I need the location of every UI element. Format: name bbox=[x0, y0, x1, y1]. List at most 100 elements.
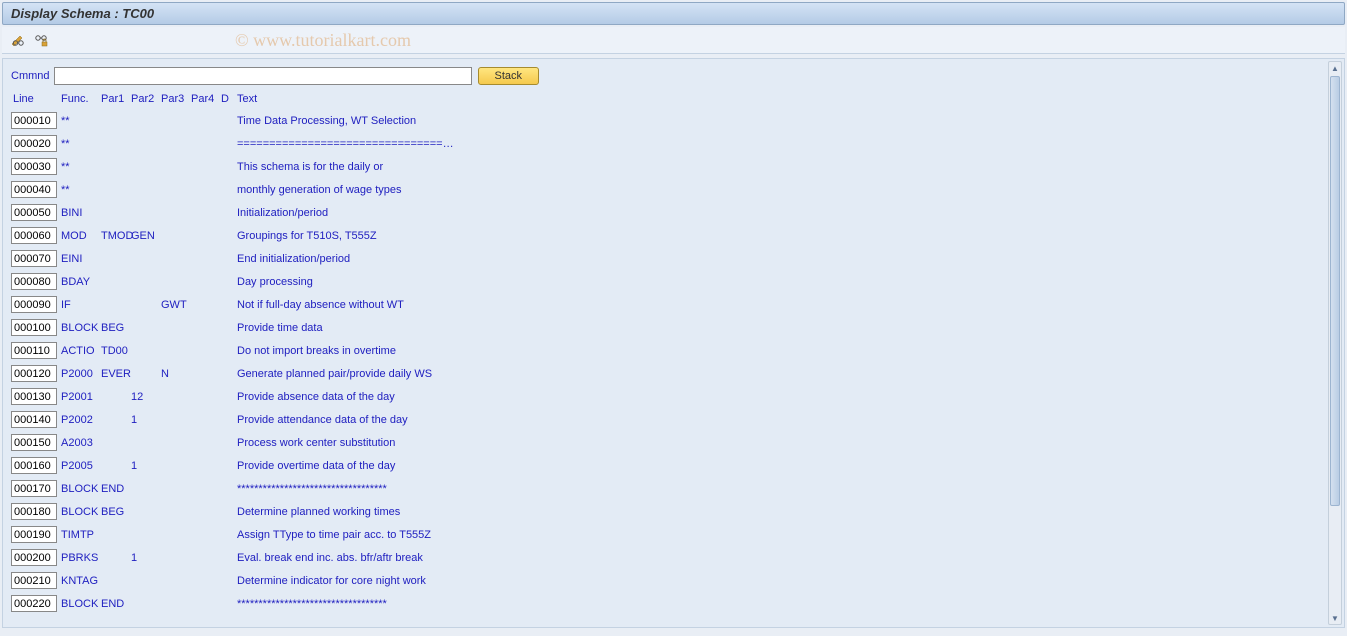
cell-func: P2000 bbox=[61, 368, 101, 380]
table-row: PBRKS 1 Eval. break end inc. abs. bfr/aftr… bbox=[11, 546, 1320, 569]
cell-par2: 1 bbox=[131, 460, 161, 472]
line-number-input[interactable] bbox=[11, 135, 57, 152]
cell-text: monthly generation of wage types bbox=[235, 184, 402, 196]
line-number-input[interactable] bbox=[11, 595, 57, 612]
cell-text: Provide time data bbox=[235, 322, 323, 334]
cell-text: Time Data Processing, WT Selection bbox=[235, 115, 416, 127]
cell-func: P2001 bbox=[61, 391, 101, 403]
cell-func: EINI bbox=[61, 253, 101, 265]
line-number-input[interactable] bbox=[11, 365, 57, 382]
cell-func: TIMTP bbox=[61, 529, 101, 541]
cell-par2: 12 bbox=[131, 391, 161, 403]
header-line: Line bbox=[11, 93, 61, 105]
cell-par1: EVER bbox=[101, 368, 131, 380]
cell-text: Provide overtime data of the day bbox=[235, 460, 395, 472]
table-row: MODTMODGENGroupings for T510S, T555Z bbox=[11, 224, 1320, 247]
cell-par1: TD00 bbox=[101, 345, 131, 357]
cell-func: IF bbox=[61, 299, 101, 311]
line-number-input[interactable] bbox=[11, 181, 57, 198]
line-number-input[interactable] bbox=[11, 549, 57, 566]
cell-par1: BEG bbox=[101, 506, 131, 518]
command-input[interactable] bbox=[54, 67, 472, 85]
cell-text: Do not import breaks in overtime bbox=[235, 345, 396, 357]
header-par2: Par2 bbox=[131, 93, 161, 105]
window-title: Display Schema : TC00 bbox=[2, 2, 1345, 25]
cell-par3: GWT bbox=[161, 299, 191, 311]
cell-par2: 1 bbox=[131, 552, 161, 564]
cell-text: End initialization/period bbox=[235, 253, 350, 265]
cell-func: BLOCK bbox=[61, 322, 101, 334]
header-par4: Par4 bbox=[191, 93, 221, 105]
cell-func: MOD bbox=[61, 230, 101, 242]
cell-text: Assign TType to time pair acc. to T555Z bbox=[235, 529, 431, 541]
glasses-lock-icon[interactable] bbox=[33, 32, 49, 48]
cell-text: Generate planned pair/provide daily WS bbox=[235, 368, 432, 380]
cell-text: Provide absence data of the day bbox=[235, 391, 395, 403]
table-row: KNTAG Determine indicator for core night … bbox=[11, 569, 1320, 592]
line-number-input[interactable] bbox=[11, 480, 57, 497]
cell-text: Determine indicator for core night work bbox=[235, 575, 426, 587]
cell-par1: BEG bbox=[101, 322, 131, 334]
line-number-input[interactable] bbox=[11, 273, 57, 290]
line-number-input[interactable] bbox=[11, 388, 57, 405]
cell-func: ** bbox=[61, 115, 101, 127]
table-row: EINI End initialization/period bbox=[11, 247, 1320, 270]
cell-func: P2002 bbox=[61, 414, 101, 426]
line-number-input[interactable] bbox=[11, 319, 57, 336]
line-number-input[interactable] bbox=[11, 457, 57, 474]
cell-text: This schema is for the daily or bbox=[235, 161, 383, 173]
header-par3: Par3 bbox=[161, 93, 191, 105]
line-number-input[interactable] bbox=[11, 526, 57, 543]
line-number-input[interactable] bbox=[11, 411, 57, 428]
column-headers: Line Func. Par1 Par2 Par3 Par4 D Text bbox=[11, 91, 1320, 109]
line-number-input[interactable] bbox=[11, 112, 57, 129]
scroll-content: Cmmnd Stack Line Func. Par1 Par2 Par3 Pa… bbox=[3, 59, 1328, 627]
vertical-scrollbar[interactable]: ▲ ▼ bbox=[1328, 61, 1342, 625]
cell-text: Eval. break end inc. abs. bfr/aftr break bbox=[235, 552, 423, 564]
table-row: BINIInitialization/period bbox=[11, 201, 1320, 224]
line-number-input[interactable] bbox=[11, 227, 57, 244]
cell-text: Not if full-day absence without WT bbox=[235, 299, 404, 311]
table-row: P2002 1 Provide attendance data of the day bbox=[11, 408, 1320, 431]
scroll-thumb[interactable] bbox=[1330, 76, 1340, 506]
cell-par2: GEN bbox=[131, 230, 161, 242]
scroll-up-icon[interactable]: ▲ bbox=[1330, 63, 1340, 73]
cell-text: Provide attendance data of the day bbox=[235, 414, 408, 426]
stack-button[interactable]: Stack bbox=[478, 67, 540, 85]
table-row: ** Time Data Processing, WT Selection bbox=[11, 109, 1320, 132]
line-number-input[interactable] bbox=[11, 250, 57, 267]
table-row: TIMTP Assign TType to time pair acc. to T… bbox=[11, 523, 1320, 546]
table-row: **================================… bbox=[11, 132, 1320, 155]
cell-func: BLOCK bbox=[61, 483, 101, 495]
cell-text: Initialization/period bbox=[235, 207, 328, 219]
rows-container: ** Time Data Processing, WT Selection **==… bbox=[11, 109, 1320, 615]
table-row: ACTIOTD00Do not import breaks in overtim… bbox=[11, 339, 1320, 362]
scroll-down-icon[interactable]: ▼ bbox=[1330, 613, 1340, 623]
command-label: Cmmnd bbox=[11, 70, 50, 82]
line-number-input[interactable] bbox=[11, 296, 57, 313]
cell-func: BDAY bbox=[61, 276, 101, 288]
cell-par1: END bbox=[101, 483, 131, 495]
table-row: BLOCKEND********************************… bbox=[11, 592, 1320, 615]
header-text: Text bbox=[235, 93, 257, 105]
main-content: Cmmnd Stack Line Func. Par1 Par2 Par3 Pa… bbox=[2, 58, 1345, 628]
table-row: BLOCKBEGDetermine planned working times bbox=[11, 500, 1320, 523]
cell-func: KNTAG bbox=[61, 575, 101, 587]
cell-text: *********************************** bbox=[235, 598, 387, 610]
cell-func: PBRKS bbox=[61, 552, 101, 564]
table-row: P2000EVERNGenerate planned pair/provide … bbox=[11, 362, 1320, 385]
table-row: P2001 12 Provide absence data of the day bbox=[11, 385, 1320, 408]
cell-text: Determine planned working times bbox=[235, 506, 400, 518]
table-row: P20051Provide overtime data of the day bbox=[11, 454, 1320, 477]
line-number-input[interactable] bbox=[11, 204, 57, 221]
line-number-input[interactable] bbox=[11, 158, 57, 175]
line-number-input[interactable] bbox=[11, 572, 57, 589]
command-row: Cmmnd Stack bbox=[11, 67, 1320, 85]
cell-par2: 1 bbox=[131, 414, 161, 426]
line-number-input[interactable] bbox=[11, 342, 57, 359]
display-change-icon[interactable] bbox=[10, 32, 26, 48]
cell-func: BLOCK bbox=[61, 598, 101, 610]
line-number-input[interactable] bbox=[11, 434, 57, 451]
cell-func: ** bbox=[61, 161, 101, 173]
line-number-input[interactable] bbox=[11, 503, 57, 520]
